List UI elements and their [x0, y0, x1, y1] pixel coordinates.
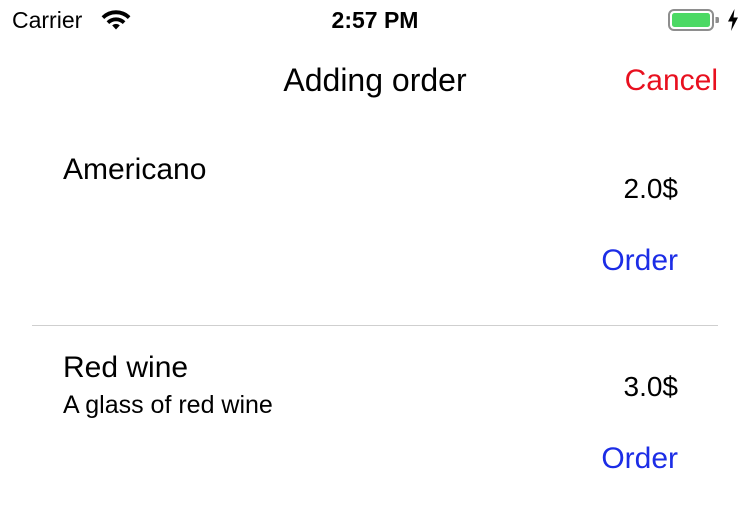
- status-time: 2:57 PM: [331, 7, 419, 33]
- item-price: 2.0$: [623, 173, 679, 204]
- battery-icon: [668, 9, 719, 31]
- list-item-red-wine: Red wine A glass of red wine 3.0$ Order: [0, 326, 750, 524]
- navigation-bar: Adding order Cancel: [0, 40, 750, 128]
- order-button[interactable]: Order: [601, 242, 678, 280]
- order-button[interactable]: Order: [601, 440, 678, 478]
- status-bar: Carrier 2:57 PM: [0, 0, 750, 40]
- item-name: Red wine: [63, 351, 189, 384]
- item-price: 3.0$: [623, 371, 679, 402]
- list-item-americano: Americano 2.0$ Order: [0, 128, 750, 326]
- item-name: Americano: [63, 153, 207, 186]
- cancel-button[interactable]: Cancel: [625, 62, 718, 100]
- menu-list: Americano 2.0$ Order Red wine A glass of…: [0, 128, 750, 524]
- item-description: A glass of red wine: [63, 391, 273, 419]
- charging-bolt-icon: [728, 9, 738, 31]
